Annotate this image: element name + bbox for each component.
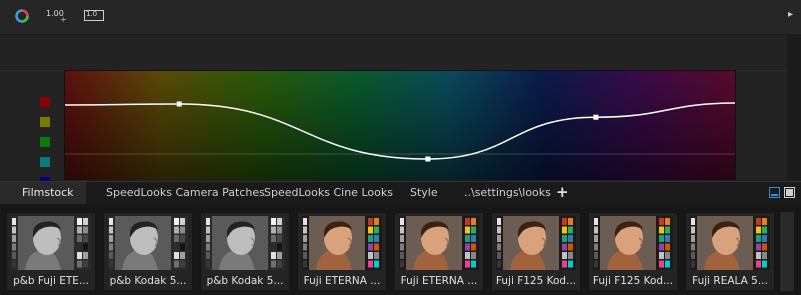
look-thumbnail bbox=[205, 216, 285, 270]
look-thumbnail bbox=[593, 216, 673, 270]
look-thumbnail-strip: p&b Fuji ETE... p&b Kodak 5... p&b Kodak 5… bbox=[0, 204, 801, 295]
green-swatch bbox=[40, 137, 50, 147]
curve-handle-1[interactable] bbox=[176, 101, 182, 107]
curve-handle-2[interactable] bbox=[425, 156, 431, 162]
tab-speedlooks-camera-patches[interactable]: SpeedLooks Camera Patches bbox=[98, 182, 273, 204]
yellow-swatch bbox=[40, 117, 50, 127]
thumbnail-scrollbar[interactable] bbox=[779, 212, 794, 291]
look-label: Fuji F125 Kod... bbox=[495, 275, 577, 287]
look-card[interactable]: p&b Kodak 5... bbox=[103, 212, 193, 291]
minimize-icon[interactable] bbox=[769, 187, 780, 198]
look-thumbnail bbox=[302, 216, 382, 270]
tab-style[interactable]: Style bbox=[402, 182, 446, 204]
gradient-shade-overlay bbox=[65, 71, 735, 180]
look-card[interactable]: Fuji ETERNA ... bbox=[394, 212, 484, 291]
look-label: Fuji ETERNA ... bbox=[400, 275, 478, 287]
look-tabs: Filmstock SpeedLooks Camera Patches Spee… bbox=[0, 181, 801, 204]
look-label: Fuji ETERNA ... bbox=[303, 275, 381, 287]
look-card[interactable]: Fuji ETERNA ... bbox=[297, 212, 387, 291]
number-format-icon: ÷ bbox=[60, 15, 67, 24]
tab-speedlooks-cine-looks[interactable]: SpeedLooks Cine Looks bbox=[256, 182, 401, 204]
look-card[interactable]: Fuji F125 Kod... bbox=[491, 212, 581, 291]
look-thumbnail bbox=[11, 216, 91, 270]
look-card[interactable]: Fuji F125 Kod... bbox=[588, 212, 678, 291]
look-card[interactable]: p&b Kodak 5... bbox=[200, 212, 290, 291]
hue-curve-svg[interactable] bbox=[65, 71, 736, 180]
look-thumbnail bbox=[496, 216, 576, 270]
hue-curve-graph[interactable] bbox=[64, 70, 736, 180]
look-thumbnail bbox=[108, 216, 188, 270]
maximize-icon[interactable] bbox=[784, 187, 795, 198]
look-card[interactable]: Fuji REALA 5... bbox=[685, 212, 775, 291]
look-label: p&b Kodak 5... bbox=[206, 275, 284, 287]
panel-menu-arrow[interactable]: ▸ bbox=[788, 9, 793, 20]
value-stepper-label: 1.0 bbox=[86, 10, 98, 18]
curve-scrollbar[interactable] bbox=[787, 35, 801, 180]
top-toolbar: 1.00 ÷ 1.0 ▸ bbox=[0, 0, 801, 35]
cyan-swatch bbox=[40, 157, 50, 167]
curve-handle-3[interactable] bbox=[593, 114, 599, 120]
tab-filmstock[interactable]: Filmstock bbox=[0, 182, 86, 204]
add-tab-button[interactable]: + bbox=[556, 182, 569, 204]
look-label: Fuji REALA 5... bbox=[692, 275, 768, 287]
look-label: Fuji F125 Kod... bbox=[592, 275, 674, 287]
look-card[interactable]: p&b Fuji ETE... bbox=[6, 212, 96, 291]
look-label: p&b Kodak 5... bbox=[109, 275, 187, 287]
tab-settings-looks[interactable]: ..\settings\looks bbox=[456, 182, 559, 204]
look-thumbnail bbox=[690, 216, 770, 270]
look-label: p&b Fuji ETE... bbox=[13, 275, 89, 287]
number-format-button[interactable]: 1.00 ÷ bbox=[46, 8, 70, 26]
look-thumbnail bbox=[399, 216, 479, 270]
red-swatch bbox=[40, 97, 50, 107]
color-wheel-icon[interactable] bbox=[14, 8, 30, 26]
value-stepper-button[interactable]: 1.0 bbox=[84, 8, 106, 26]
